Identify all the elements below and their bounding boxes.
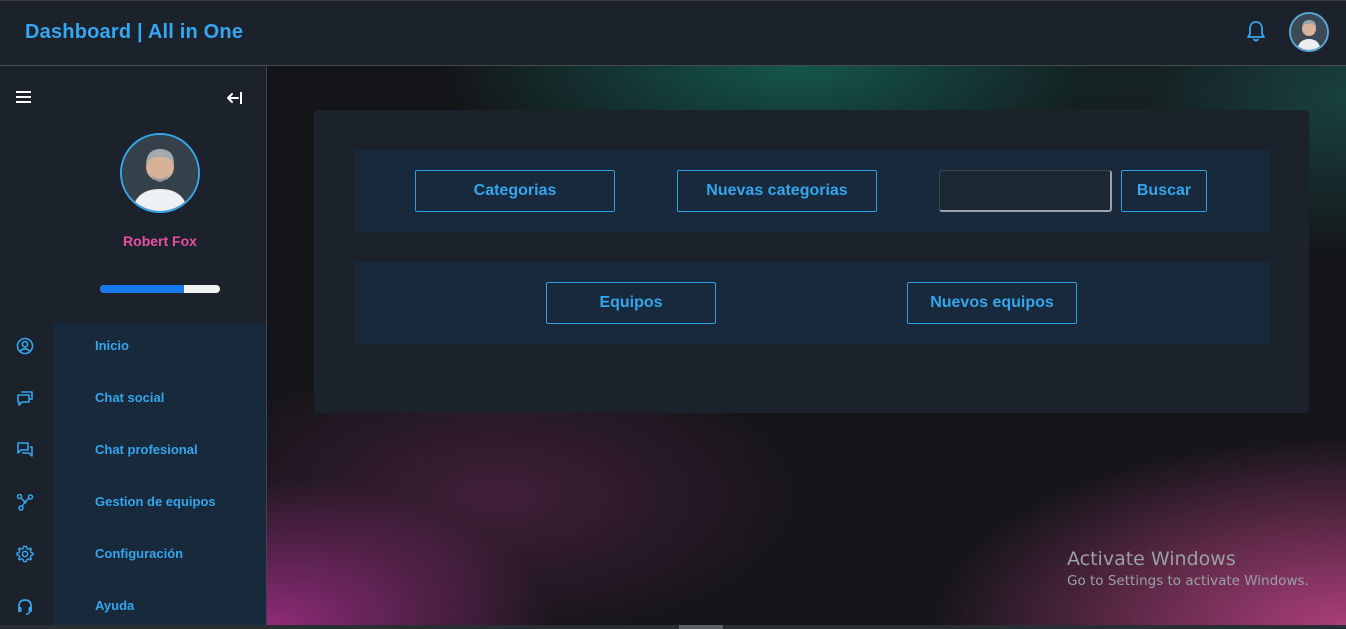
sidebar: Robert Fox Inicio Chat social Chat profe… xyxy=(0,66,267,629)
new-categories-button[interactable]: Nuevas categorias xyxy=(677,170,877,212)
sidebar-item-label: Chat social xyxy=(95,390,165,405)
chat-message-icon xyxy=(16,441,34,459)
hamburger-menu-icon[interactable] xyxy=(16,90,32,104)
progress-fill xyxy=(100,285,184,293)
activation-watermark: Activate Windows Go to Settings to activ… xyxy=(1067,548,1309,589)
profile-progress-bar xyxy=(100,285,220,293)
sidebar-item-gestion-de-equipos[interactable]: Gestion de equipos xyxy=(0,479,266,531)
sidebar-item-chat-social[interactable]: Chat social xyxy=(0,375,266,427)
sidebar-item-configuracion[interactable]: Configuración xyxy=(0,531,266,583)
headset-icon xyxy=(16,597,34,615)
sidebar-item-label: Gestion de equipos xyxy=(95,494,216,509)
sidebar-item-chat-profesional[interactable]: Chat profesional xyxy=(0,427,266,479)
sidebar-nav: Inicio Chat social Chat profesional Gest… xyxy=(0,323,266,629)
sidebar-item-label: Ayuda xyxy=(95,598,135,613)
search-input[interactable] xyxy=(939,170,1112,212)
bell-icon[interactable] xyxy=(1245,19,1267,43)
categories-row: Categorias Nuevas categorias Buscar xyxy=(355,150,1270,232)
watermark-subtitle: Go to Settings to activate Windows. xyxy=(1067,573,1309,589)
sidebar-item-label: Chat profesional xyxy=(95,442,198,457)
watermark-title: Activate Windows xyxy=(1067,548,1236,570)
arrow-left-bar-icon[interactable] xyxy=(226,90,244,106)
sidebar-item-label: Inicio xyxy=(95,338,129,353)
content-card: Categorias Nuevas categorias Buscar Equi… xyxy=(314,110,1309,413)
search-button[interactable]: Buscar xyxy=(1121,170,1207,212)
avatar[interactable] xyxy=(1289,12,1329,52)
teams-row: Equipos Nuevos equipos xyxy=(355,262,1270,344)
user-name: Robert Fox xyxy=(123,233,197,249)
network-nodes-icon xyxy=(16,493,34,511)
sidebar-item-ayuda[interactable]: Ayuda xyxy=(0,583,266,629)
gear-icon xyxy=(16,545,34,563)
sidebar-item-inicio[interactable]: Inicio xyxy=(0,323,266,375)
teams-button[interactable]: Equipos xyxy=(546,282,716,324)
new-teams-button[interactable]: Nuevos equipos xyxy=(907,282,1077,324)
app-title: Dashboard | All in One xyxy=(25,21,244,43)
bottom-scrollbar-track xyxy=(0,625,1346,629)
categories-button[interactable]: Categorias xyxy=(415,170,615,212)
scrollbar-thumb[interactable] xyxy=(679,625,723,629)
top-bar: Dashboard | All in One xyxy=(0,0,1346,66)
sidebar-item-label: Configuración xyxy=(95,546,184,561)
chat-bubbles-icon xyxy=(16,389,34,407)
profile-avatar xyxy=(120,133,200,213)
user-circle-icon xyxy=(16,337,34,355)
